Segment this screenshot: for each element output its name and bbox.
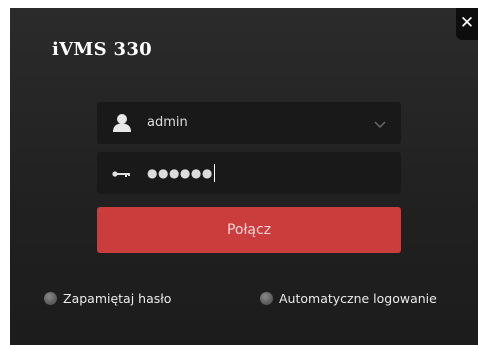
auto-login-option[interactable]: Automatyczne logowanie [260,288,437,308]
remember-password-label: Zapamiętaj hasło [63,290,172,306]
chevron-down-icon[interactable] [373,116,387,130]
auto-login-label: Automatyczne logowanie [279,290,437,306]
text-cursor [214,164,215,182]
remember-password-radio[interactable] [44,291,57,305]
password-value: ●●●●●● [147,166,213,180]
auto-login-radio[interactable] [260,291,273,305]
app-title: iVMS 330 [52,39,152,60]
username-value: admin [147,115,188,130]
user-icon [111,113,133,133]
username-field[interactable]: admin [97,102,401,144]
remember-password-option[interactable]: Zapamiętaj hasło [44,288,171,308]
close-button[interactable]: ✕ [456,8,478,40]
connect-button[interactable]: Połącz [97,207,401,253]
key-icon [111,163,133,183]
password-field[interactable]: ●●●●●● [97,152,401,194]
login-dialog: iVMS 330 admin ●●●●●● Połącz Zapamiętaj … [10,8,478,345]
